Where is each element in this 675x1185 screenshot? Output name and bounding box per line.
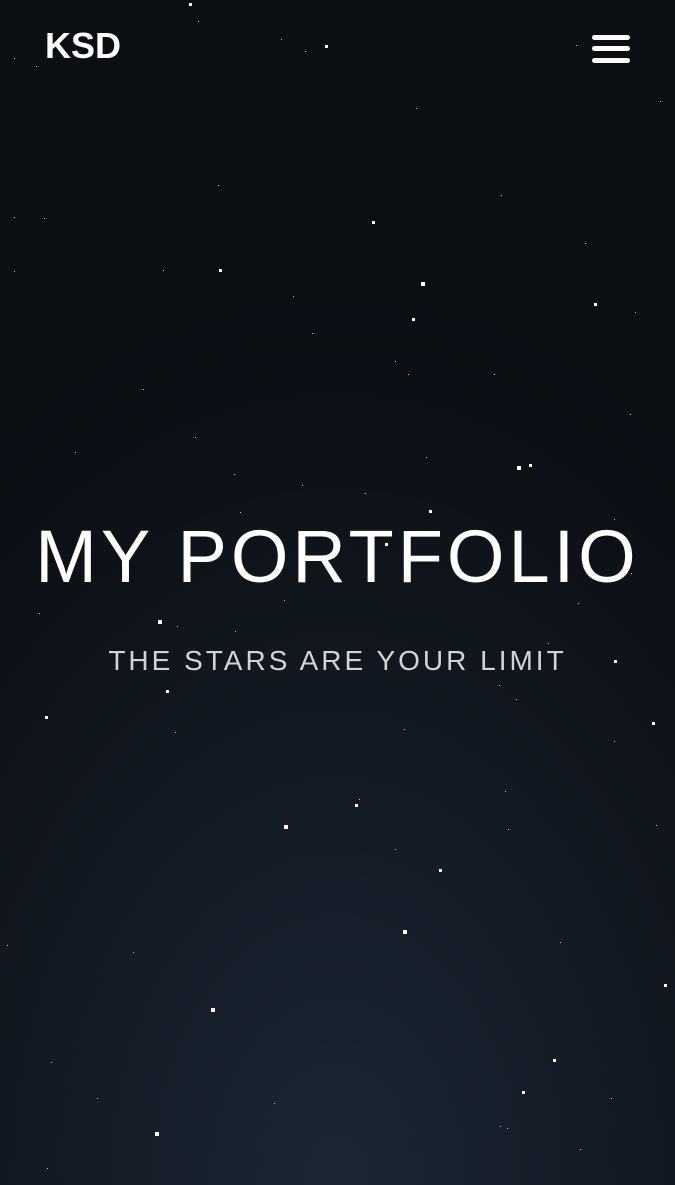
hamburger-menu-icon[interactable]	[592, 33, 630, 65]
star-83	[47, 1168, 48, 1169]
star-34	[529, 464, 532, 467]
star-60	[359, 799, 360, 800]
star-1	[198, 21, 199, 22]
star-19	[421, 282, 425, 286]
star-70	[133, 952, 134, 953]
star-55	[175, 732, 176, 733]
star-36	[302, 485, 303, 486]
star-17	[163, 270, 164, 271]
star-45	[39, 613, 40, 614]
star-30	[195, 437, 196, 438]
star-59	[505, 791, 506, 792]
star-79	[500, 1126, 501, 1127]
menu-bar-middle	[592, 46, 630, 51]
star-0	[189, 3, 192, 6]
star-69	[7, 945, 8, 946]
star-28	[143, 389, 144, 390]
star-39	[429, 510, 432, 513]
star-63	[656, 825, 657, 826]
hero-subtitle: THE STARS ARE YOUR LIMIT	[108, 645, 567, 676]
star-2	[14, 58, 15, 59]
star-23	[412, 318, 415, 321]
star-5	[305, 51, 306, 52]
star-51	[166, 690, 169, 693]
star-27	[494, 374, 495, 375]
star-16	[14, 271, 15, 272]
star-46	[158, 620, 162, 624]
star-37	[365, 493, 366, 494]
star-3	[36, 66, 37, 67]
star-25	[395, 361, 396, 362]
star-10	[218, 185, 219, 186]
star-56	[652, 722, 655, 725]
star-24	[312, 333, 313, 334]
menu-bar-top	[592, 35, 630, 40]
star-8	[660, 101, 661, 102]
star-18	[219, 269, 222, 272]
star-9	[416, 108, 417, 109]
star-82	[580, 1149, 581, 1150]
star-72	[211, 1008, 215, 1012]
star-32	[426, 457, 427, 458]
star-66	[439, 869, 442, 872]
star-12	[14, 217, 15, 218]
star-29	[630, 414, 631, 415]
star-47	[177, 626, 178, 627]
star-68	[560, 942, 561, 943]
star-15	[585, 243, 586, 244]
star-80	[507, 1128, 508, 1129]
star-11	[501, 195, 502, 196]
star-62	[284, 825, 288, 829]
star-21	[594, 303, 597, 306]
star-20	[293, 296, 294, 297]
menu-bar-bottom	[592, 58, 630, 63]
star-33	[517, 466, 521, 470]
star-54	[45, 716, 48, 719]
star-22	[635, 312, 636, 313]
star-44	[578, 603, 579, 604]
star-67	[403, 930, 407, 934]
star-7	[576, 45, 577, 46]
site-logo[interactable]: KSD	[45, 26, 121, 66]
star-58	[614, 741, 615, 742]
star-78	[274, 1103, 275, 1104]
star-77	[611, 1098, 612, 1099]
page: KSD MY PORTFOLIO THE STARS ARE YOUR LIMI…	[0, 0, 675, 1185]
star-13	[44, 218, 45, 219]
star-52	[499, 685, 500, 686]
star-76	[97, 1098, 98, 1099]
hero-title: MY PORTFOLIO	[35, 515, 640, 598]
star-71	[664, 984, 667, 987]
star-73	[553, 1059, 556, 1062]
star-35	[234, 474, 235, 475]
star-75	[522, 1091, 525, 1094]
star-31	[75, 452, 76, 453]
star-43	[284, 600, 285, 601]
star-26	[408, 374, 409, 375]
star-53	[516, 699, 517, 700]
star-4	[281, 39, 282, 40]
star-6	[325, 45, 328, 48]
star-38	[240, 512, 241, 513]
star-64	[508, 829, 509, 830]
star-81	[155, 1132, 159, 1136]
star-74	[51, 1062, 52, 1063]
star-48	[235, 631, 236, 632]
star-57	[404, 729, 405, 730]
star-14	[372, 221, 375, 224]
star-61	[355, 804, 358, 807]
star-65	[395, 849, 396, 850]
